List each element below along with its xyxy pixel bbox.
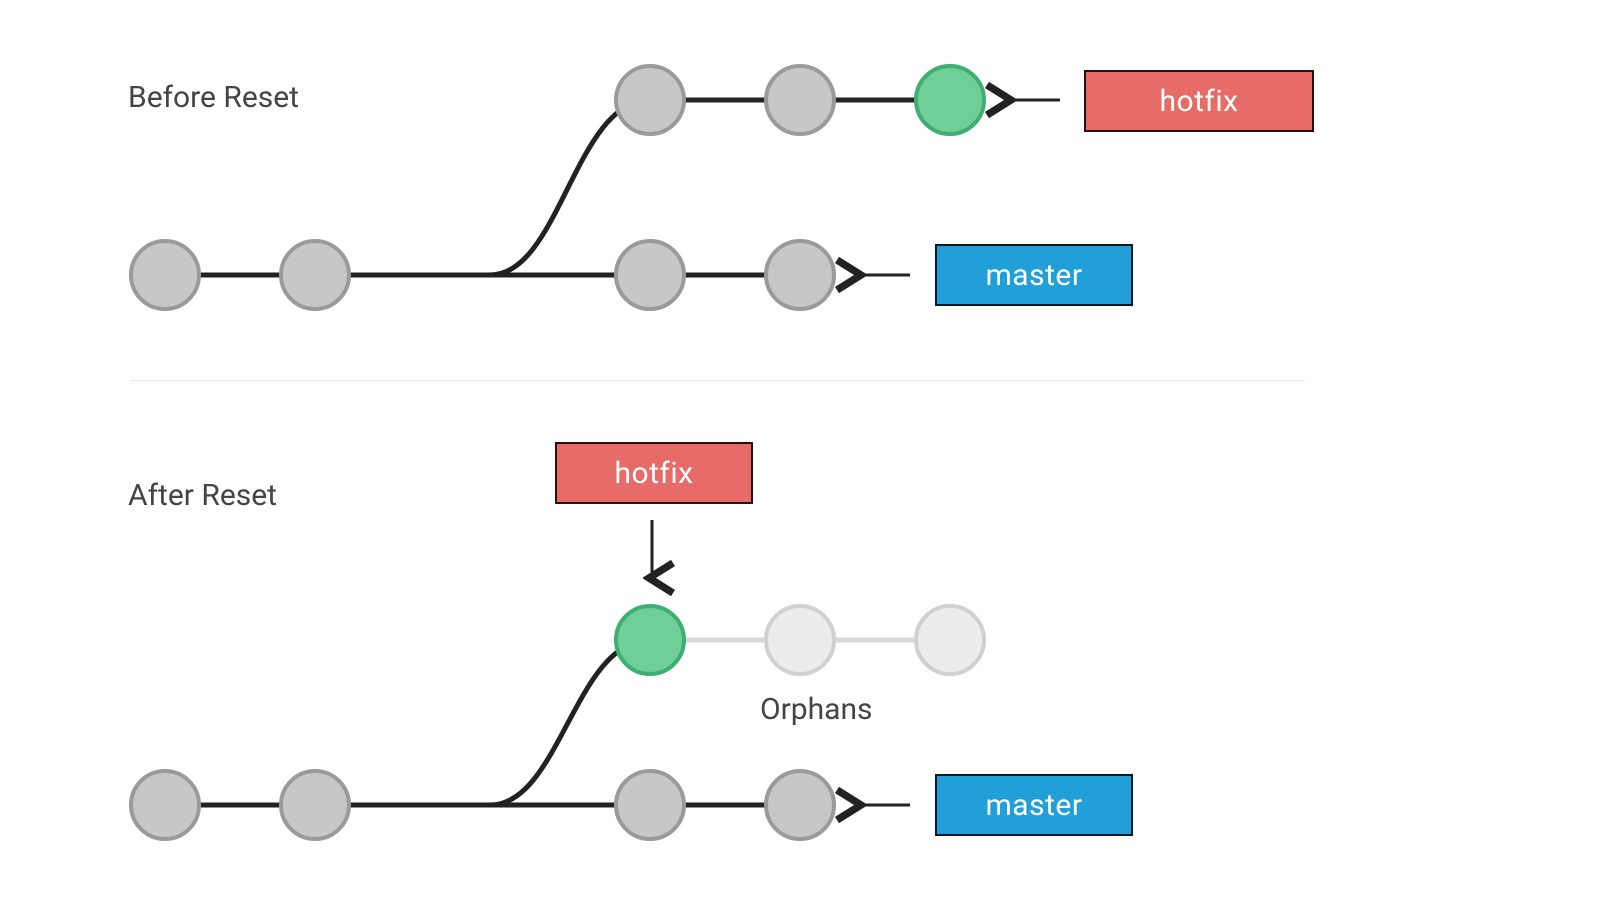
commit-node-head	[916, 66, 984, 134]
commit-node-orphan	[766, 606, 834, 674]
commit-node	[281, 771, 349, 839]
commit-node-orphan	[916, 606, 984, 674]
commit-node-head	[616, 606, 684, 674]
commit-node	[131, 771, 199, 839]
commit-node	[281, 241, 349, 309]
commit-node	[766, 771, 834, 839]
commit-node	[616, 66, 684, 134]
branch-tag-hotfix: hotfix	[1084, 70, 1314, 132]
branch-tag-master: master	[935, 774, 1133, 836]
commit-node	[131, 241, 199, 309]
branch-tag-hotfix: hotfix	[555, 442, 753, 504]
git-diagram-svg	[0, 0, 1600, 900]
commit-node	[766, 66, 834, 134]
commit-node	[616, 771, 684, 839]
commit-node	[766, 241, 834, 309]
orphans-label: Orphans	[760, 692, 873, 727]
commit-node	[616, 241, 684, 309]
branch-tag-master: master	[935, 244, 1133, 306]
diagram-stage: Before Reset After Reset	[0, 0, 1600, 900]
